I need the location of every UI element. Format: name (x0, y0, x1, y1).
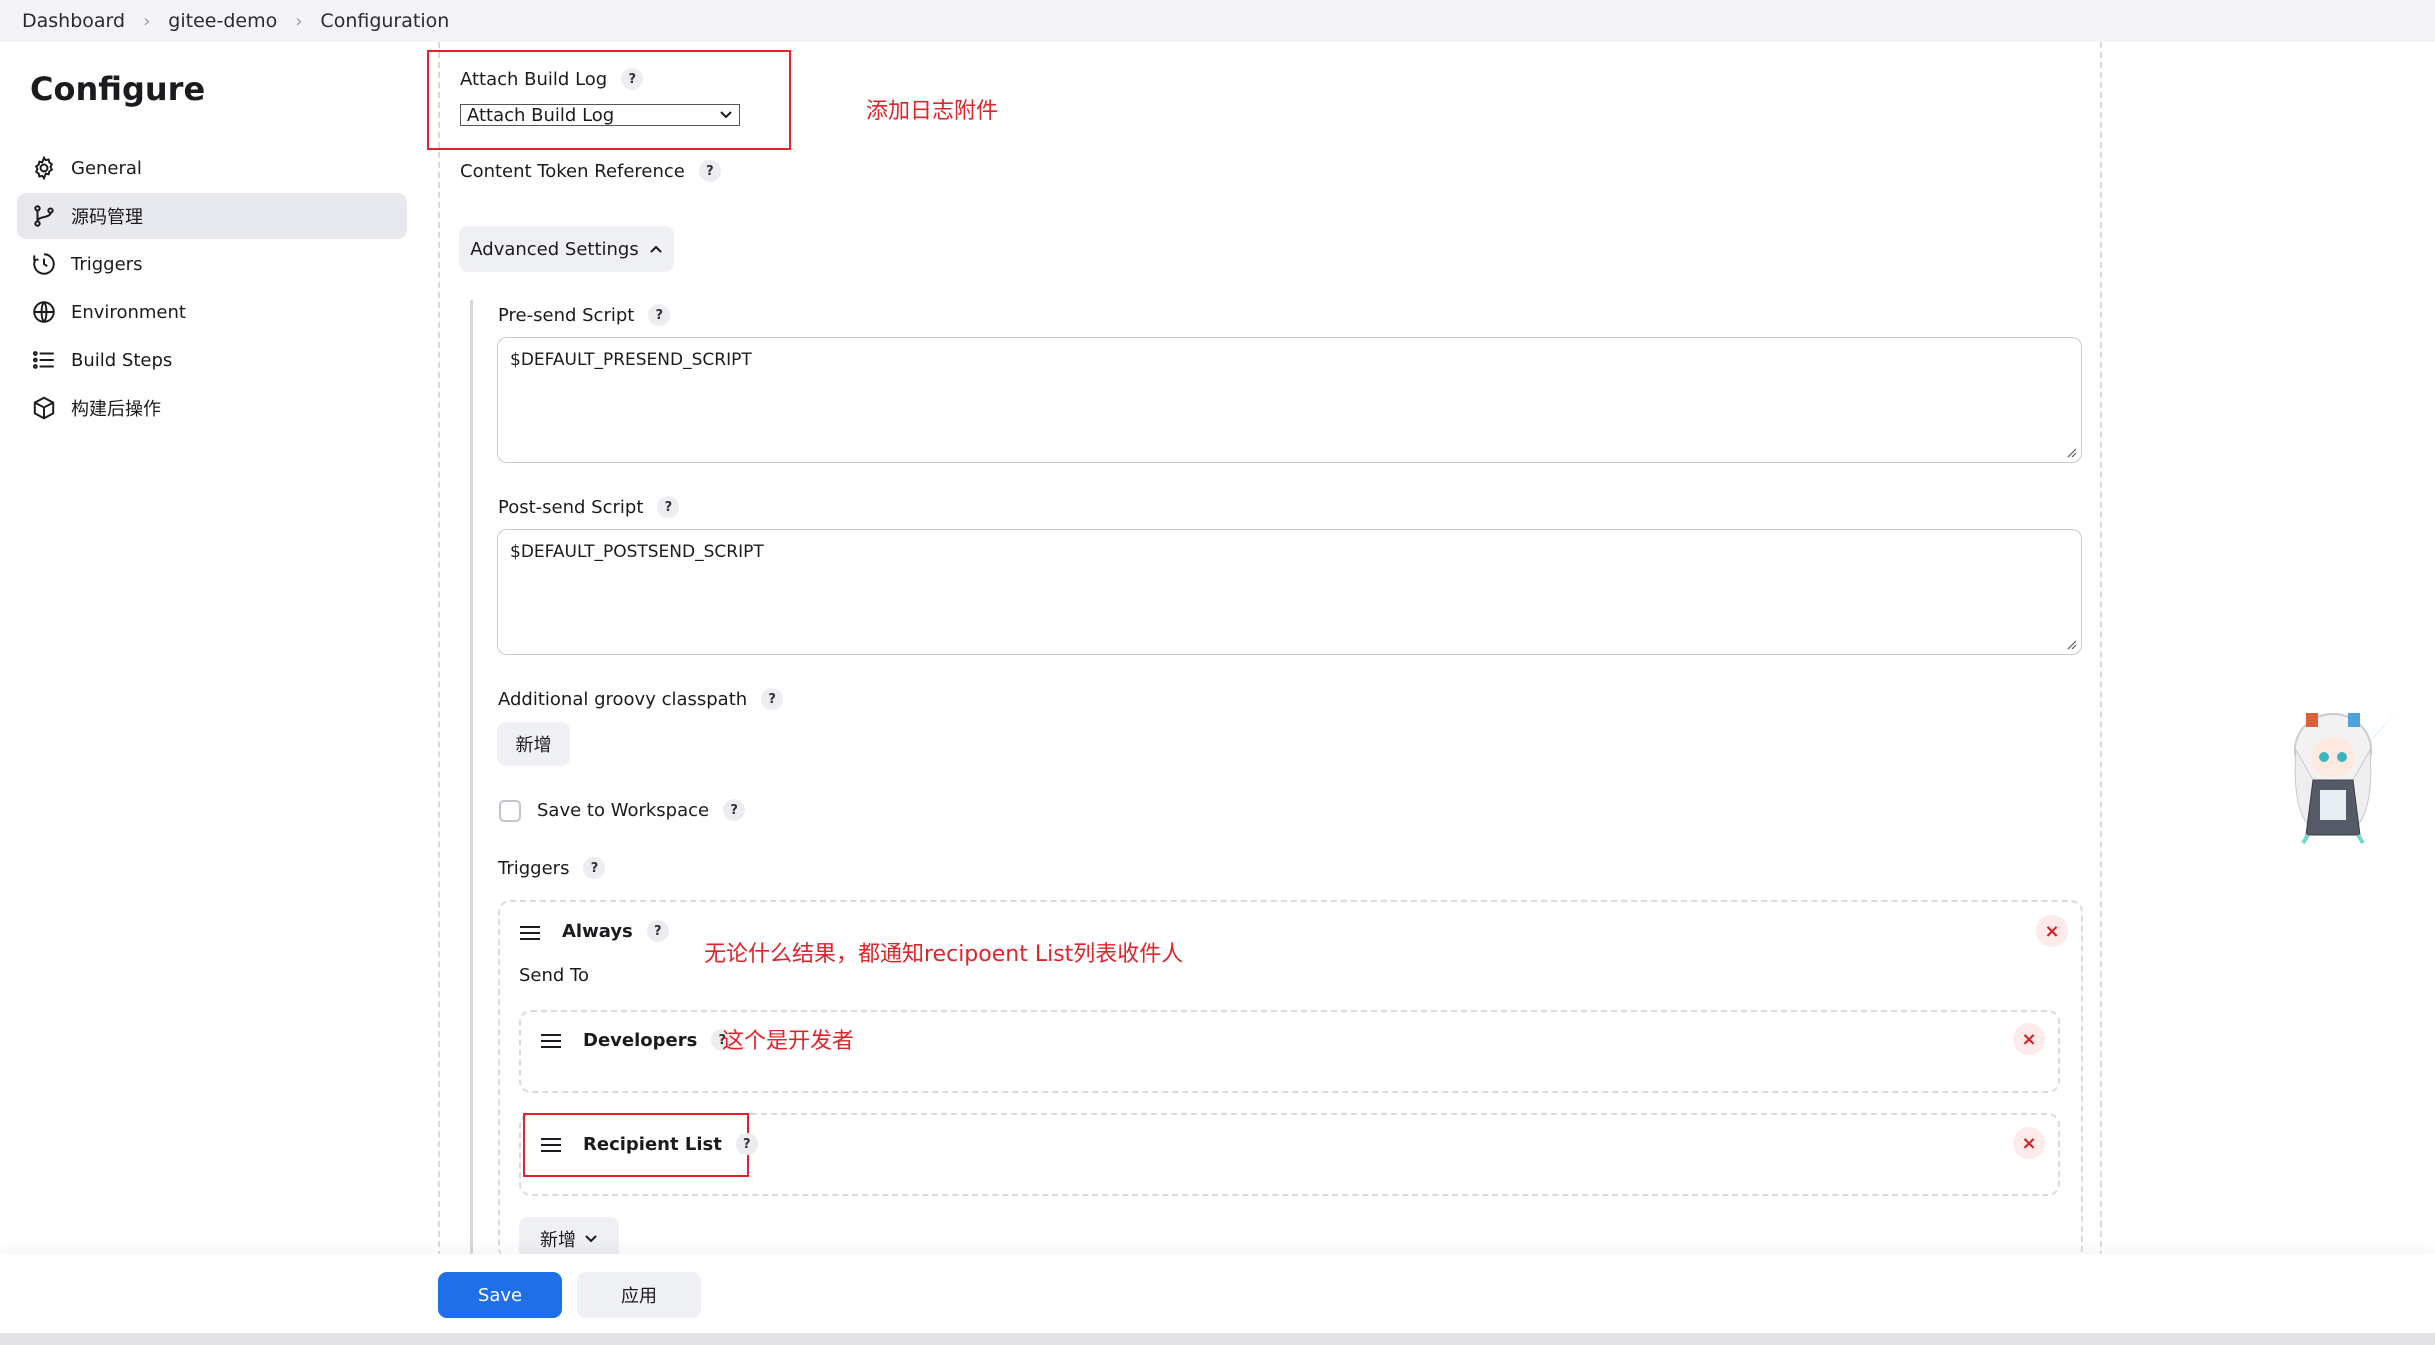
sidebar-item-label: 构建后操作 (71, 399, 161, 420)
page-title: Configure (30, 70, 206, 108)
triggers-label: Triggers ? (498, 857, 606, 879)
apply-button[interactable]: 应用 (577, 1272, 701, 1318)
postsend-script-label: Post-send Script ? (498, 496, 680, 518)
sidebar-item-build-steps[interactable]: Build Steps (17, 337, 407, 383)
breadcrumb-configuration[interactable]: Configuration (320, 10, 449, 32)
presend-script-label: Pre-send Script ? (498, 304, 671, 326)
chevron-down-icon (720, 111, 732, 119)
annotation-always: 无论什么结果，都通知recipoent List列表收件人 (704, 942, 1184, 967)
advanced-section-rule (470, 300, 473, 1260)
help-icon[interactable]: ? (657, 496, 680, 518)
chevron-up-icon (650, 245, 662, 253)
content-token-label: Content Token Reference ? (460, 160, 721, 182)
sidebar-item-source-code[interactable]: 源码管理 (17, 193, 407, 239)
resize-handle-icon[interactable] (2067, 448, 2077, 458)
branch-icon (34, 205, 54, 227)
chevron-down-icon (585, 1235, 597, 1243)
groovy-classpath-label: Additional groovy classpath ? (498, 688, 784, 710)
mascot-image (2268, 710, 2398, 845)
save-to-workspace-checkbox[interactable] (499, 800, 521, 822)
drag-handle-icon[interactable] (520, 926, 540, 940)
cube-icon (33, 396, 55, 420)
help-icon[interactable]: ? (735, 1133, 758, 1155)
breadcrumb: Dashboard › gitee-demo › Configuration (0, 0, 2435, 42)
breadcrumb-dashboard[interactable]: Dashboard (22, 10, 125, 32)
list-icon (32, 351, 54, 369)
attach-build-log-label: Attach Build Log ? (460, 68, 644, 90)
help-icon[interactable]: ? (583, 857, 606, 879)
annotation-developers: 这个是开发者 (722, 1029, 855, 1054)
help-icon[interactable]: ? (723, 799, 746, 821)
add-classpath-button[interactable]: 新增 (497, 722, 570, 766)
highlight-box-attach-log (427, 50, 791, 150)
breadcrumb-project[interactable]: gitee-demo (168, 10, 277, 32)
drag-handle-icon[interactable] (541, 1034, 561, 1048)
help-icon[interactable]: ? (646, 920, 669, 942)
section-border-left (438, 42, 440, 1257)
close-icon[interactable]: × (2013, 1127, 2045, 1159)
sidebar-item-general[interactable]: General (17, 145, 407, 191)
section-border-right (2100, 42, 2102, 1257)
help-icon[interactable]: ? (698, 160, 721, 182)
sidebar-item-label: General (71, 157, 142, 179)
help-icon[interactable]: ? (621, 68, 644, 90)
resize-handle-icon[interactable] (2067, 640, 2077, 650)
send-to-label: Send To (519, 965, 590, 986)
sidebar-item-label: Environment (71, 301, 186, 323)
close-icon[interactable]: × (2036, 915, 2068, 947)
globe-icon (33, 301, 55, 323)
always-trigger-label: Always ? (562, 920, 669, 942)
clock-icon (33, 253, 55, 275)
sidebar-item-post-build[interactable]: 构建后操作 (17, 385, 407, 431)
sidebar-item-label: Triggers (71, 253, 143, 275)
attach-build-log-select[interactable]: Attach Build Log (460, 104, 740, 126)
developers-label: Developers ? (583, 1029, 734, 1051)
bottom-action-bar (0, 1254, 2435, 1334)
save-button[interactable]: Save (438, 1272, 562, 1318)
annotation-attach-log: 添加日志附件 (866, 99, 999, 124)
presend-script-textarea[interactable]: $DEFAULT_PRESEND_SCRIPT (497, 337, 2082, 463)
sidebar-item-environment[interactable]: Environment (17, 289, 407, 335)
close-icon[interactable]: × (2013, 1023, 2045, 1055)
browser-status-strip (0, 1333, 2435, 1345)
save-to-workspace-label: Save to Workspace ? (537, 799, 746, 821)
help-icon[interactable]: ? (761, 688, 784, 710)
gear-icon (34, 155, 54, 181)
chevron-right-icon: › (295, 10, 303, 32)
advanced-settings-button[interactable]: Advanced Settings (459, 226, 674, 272)
sidebar-item-label: Build Steps (71, 349, 173, 371)
sidebar-item-label: 源码管理 (71, 207, 143, 228)
help-icon[interactable]: ? (648, 304, 671, 326)
drag-handle-icon[interactable] (541, 1138, 561, 1152)
postsend-script-textarea[interactable]: $DEFAULT_POSTSEND_SCRIPT (497, 529, 2082, 655)
sidebar-item-triggers[interactable]: Triggers (17, 241, 407, 287)
recipient-list-label: Recipient List ? (583, 1133, 758, 1155)
chevron-right-icon: › (143, 10, 151, 32)
